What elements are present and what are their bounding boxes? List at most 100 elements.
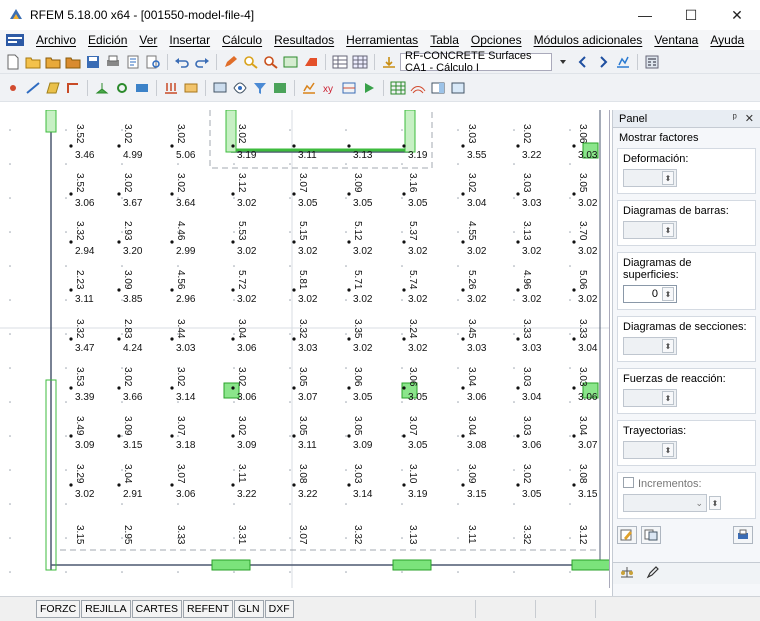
view-3d-icon[interactable] (302, 53, 320, 71)
undo-icon[interactable] (173, 53, 191, 71)
menu-resultados[interactable]: Resultados (268, 33, 340, 47)
table-icon[interactable] (331, 53, 349, 71)
diagramas-barras-spinner[interactable]: ⬍ (623, 221, 677, 239)
results-diagram-icon[interactable] (300, 79, 318, 97)
close-button[interactable]: ✕ (714, 0, 760, 30)
previous-icon[interactable] (574, 53, 592, 71)
menu-calculo[interactable]: Cálculo (216, 33, 268, 47)
node-point (292, 144, 296, 148)
pin-icon[interactable]: ᵖ (733, 112, 737, 125)
redo-icon[interactable] (193, 53, 211, 71)
menu-ver[interactable]: Ver (133, 33, 163, 47)
menu-ayuda[interactable]: Ayuda (704, 33, 750, 47)
new-file-icon[interactable] (4, 53, 22, 71)
print-panel-icon[interactable] (733, 526, 753, 544)
spinner-arrows-icon[interactable]: ⬍ (662, 391, 674, 405)
status-dxf-button[interactable]: DXF (264, 600, 294, 618)
menu-edicion[interactable]: Edición (82, 33, 133, 47)
area-load-icon[interactable] (182, 79, 200, 97)
deformacion-spinner[interactable]: ⬍ (623, 169, 677, 187)
node-icon[interactable] (4, 79, 22, 97)
mesh-icon[interactable] (389, 79, 407, 97)
view-icon[interactable] (231, 79, 249, 97)
menu-opciones[interactable]: Opciones (465, 33, 528, 47)
panel-close-icon[interactable]: ✕ (745, 112, 754, 125)
support-icon[interactable] (93, 79, 111, 97)
line-icon[interactable] (24, 79, 42, 97)
load-case-selector[interactable]: RF-CONCRETE Surfaces CA1 - Cálculo I (400, 50, 552, 73)
display-icon[interactable] (211, 79, 229, 97)
next-icon[interactable] (594, 53, 612, 71)
select-window-icon[interactable] (282, 53, 300, 71)
view-all-icon[interactable] (449, 79, 467, 97)
hinge-icon[interactable] (113, 79, 131, 97)
opening-right-support[interactable] (404, 110, 416, 153)
edit-panel-icon[interactable] (617, 526, 637, 544)
bottom-support-3[interactable] (571, 559, 610, 571)
print-preview-icon[interactable] (144, 53, 162, 71)
animation-icon[interactable] (360, 79, 378, 97)
zoom-window-icon[interactable] (262, 53, 280, 71)
render-icon[interactable] (271, 79, 289, 97)
menu-modulos-adicionales[interactable]: Módulos adicionales (528, 33, 649, 47)
model-graphics[interactable]: 3.46 4.99 5.06 3.19 3.11 3.13 3.19 3.55 3.22 3.03… (0, 110, 610, 588)
spinner-arrows-icon[interactable]: ⬍ (662, 443, 674, 457)
node-point (516, 386, 520, 390)
status-rejilla-button[interactable]: REJILLA (81, 600, 131, 618)
tab-scale-icon[interactable] (619, 565, 635, 582)
status-cartes-button[interactable]: CARTES (131, 600, 183, 618)
incrementos-checkbox[interactable] (623, 477, 634, 488)
material-icon[interactable] (133, 79, 151, 97)
member-icon[interactable] (64, 79, 82, 97)
surface-icon[interactable] (44, 79, 62, 97)
diagramas-secciones-spinner[interactable]: ⬍ (623, 337, 677, 355)
tab-pencil-icon[interactable] (645, 565, 661, 582)
isolines-icon[interactable] (409, 79, 427, 97)
incrementos-dropdown[interactable]: ⌄ (623, 494, 707, 512)
bottom-support-2[interactable] (392, 559, 432, 571)
result-value-vertical: 3.02 (175, 367, 186, 387)
printout-icon[interactable] (124, 53, 142, 71)
trayectorias-spinner[interactable]: ⬍ (623, 441, 677, 459)
diagramas-superficies-spinner[interactable]: 0 ⬍ (623, 285, 677, 303)
edit-pencil-icon[interactable] (222, 53, 240, 71)
menu-tabla[interactable]: Tabla (424, 33, 465, 47)
menu-ventana[interactable]: Ventana (648, 33, 704, 47)
section-icon[interactable] (340, 79, 358, 97)
load-case-icon[interactable] (380, 53, 398, 71)
print-icon[interactable] (104, 53, 122, 71)
spinner-arrows-icon[interactable]: ⬍ (662, 171, 674, 185)
values-icon[interactable]: xy (320, 79, 338, 97)
table-grid-icon[interactable] (351, 53, 369, 71)
grid-point (65, 367, 67, 369)
left-support-top[interactable] (45, 110, 57, 133)
results-icon[interactable] (614, 53, 632, 71)
panel-toggle-icon[interactable] (429, 79, 447, 97)
status-gln-button[interactable]: GLN (234, 600, 264, 618)
fuerzas-reaccion-spinner[interactable]: ⬍ (623, 389, 677, 407)
bottom-support-1[interactable] (211, 559, 251, 571)
menu-herramientas[interactable]: Herramientas (340, 33, 424, 47)
spinner-arrows-icon[interactable]: ⬍ (662, 223, 674, 237)
menu-insertar[interactable]: Insertar (163, 33, 216, 47)
open-folder-icon[interactable] (24, 53, 42, 71)
status-refent-button[interactable]: REFENT (183, 600, 234, 618)
copy-panel-icon[interactable] (641, 526, 661, 544)
save-icon[interactable] (84, 53, 102, 71)
load-icon[interactable] (162, 79, 180, 97)
menu-archivo[interactable]: Archivo (30, 33, 82, 47)
calculator-icon[interactable] (643, 53, 661, 71)
document-menu-icon[interactable] (4, 32, 26, 48)
spinner-arrows-icon[interactable]: ⬍ (662, 339, 674, 353)
open-model-icon[interactable] (44, 53, 62, 71)
zoom-icon[interactable] (242, 53, 260, 71)
spinner-arrows-icon[interactable]: ⬍ (709, 496, 721, 510)
model-view[interactable]: 3.46 4.99 5.06 3.19 3.11 3.13 3.19 3.55 3.22 3.03… (0, 110, 610, 588)
spinner-arrows-icon[interactable]: ⬍ (662, 287, 674, 301)
filter-icon[interactable] (251, 79, 269, 97)
status-forzc-button[interactable]: FORZC (36, 600, 81, 618)
dropdown-arrow-icon[interactable] (554, 53, 572, 71)
open-project-icon[interactable] (64, 53, 82, 71)
maximize-button[interactable]: ☐ (668, 0, 714, 30)
minimize-button[interactable]: — (622, 0, 668, 30)
